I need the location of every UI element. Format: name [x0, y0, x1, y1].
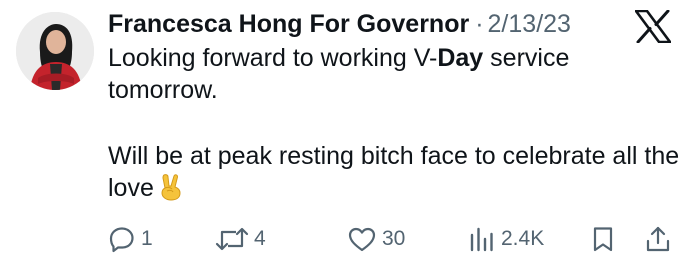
- tweet-text-bold: Day: [437, 44, 484, 72]
- tweet-text-segment: Will be at peak resting bitch face to ce…: [108, 142, 680, 202]
- views-chart-icon: [468, 225, 496, 253]
- author-avatar[interactable]: [16, 12, 94, 90]
- tweet-date[interactable]: 2/13/23: [488, 8, 571, 40]
- tweet-paragraph-1: Looking forward to working V-Day service…: [108, 42, 683, 106]
- heart-icon: [347, 225, 377, 253]
- share-button[interactable]: [645, 222, 671, 256]
- share-icon: [645, 225, 671, 253]
- avatar-photo-icon: [16, 12, 94, 90]
- bookmark-icon: [591, 225, 615, 253]
- author-name[interactable]: Francesca Hong For Governor: [108, 8, 469, 40]
- tweet-text: Looking forward to working V-Day service…: [108, 42, 683, 204]
- views-count: 2.4K: [501, 227, 545, 250]
- repost-button[interactable]: 4: [215, 222, 266, 256]
- header-separator: ·: [475, 10, 484, 38]
- repost-icon: [215, 225, 249, 253]
- reply-button[interactable]: 1: [108, 222, 153, 256]
- tweet-text-segment: Looking forward to working V-: [108, 44, 438, 72]
- tweet-card: Francesca Hong For Governor · 2/13/23 Lo…: [0, 0, 690, 267]
- victory-hand-emoji-icon: [158, 173, 184, 201]
- tweet-actions: 1 4 30 2.4K: [108, 222, 678, 256]
- views-button[interactable]: 2.4K: [468, 222, 544, 256]
- repost-count: 4: [254, 227, 266, 250]
- bookmark-button[interactable]: [591, 222, 615, 256]
- like-count: 30: [382, 227, 406, 250]
- like-button[interactable]: 30: [347, 222, 405, 256]
- reply-count: 1: [141, 227, 153, 250]
- reply-icon: [108, 225, 136, 253]
- tweet-paragraph-2: Will be at peak resting bitch face to ce…: [108, 140, 683, 204]
- tweet-header: Francesca Hong For Governor · 2/13/23: [108, 8, 571, 40]
- x-logo-icon[interactable]: [634, 9, 672, 44]
